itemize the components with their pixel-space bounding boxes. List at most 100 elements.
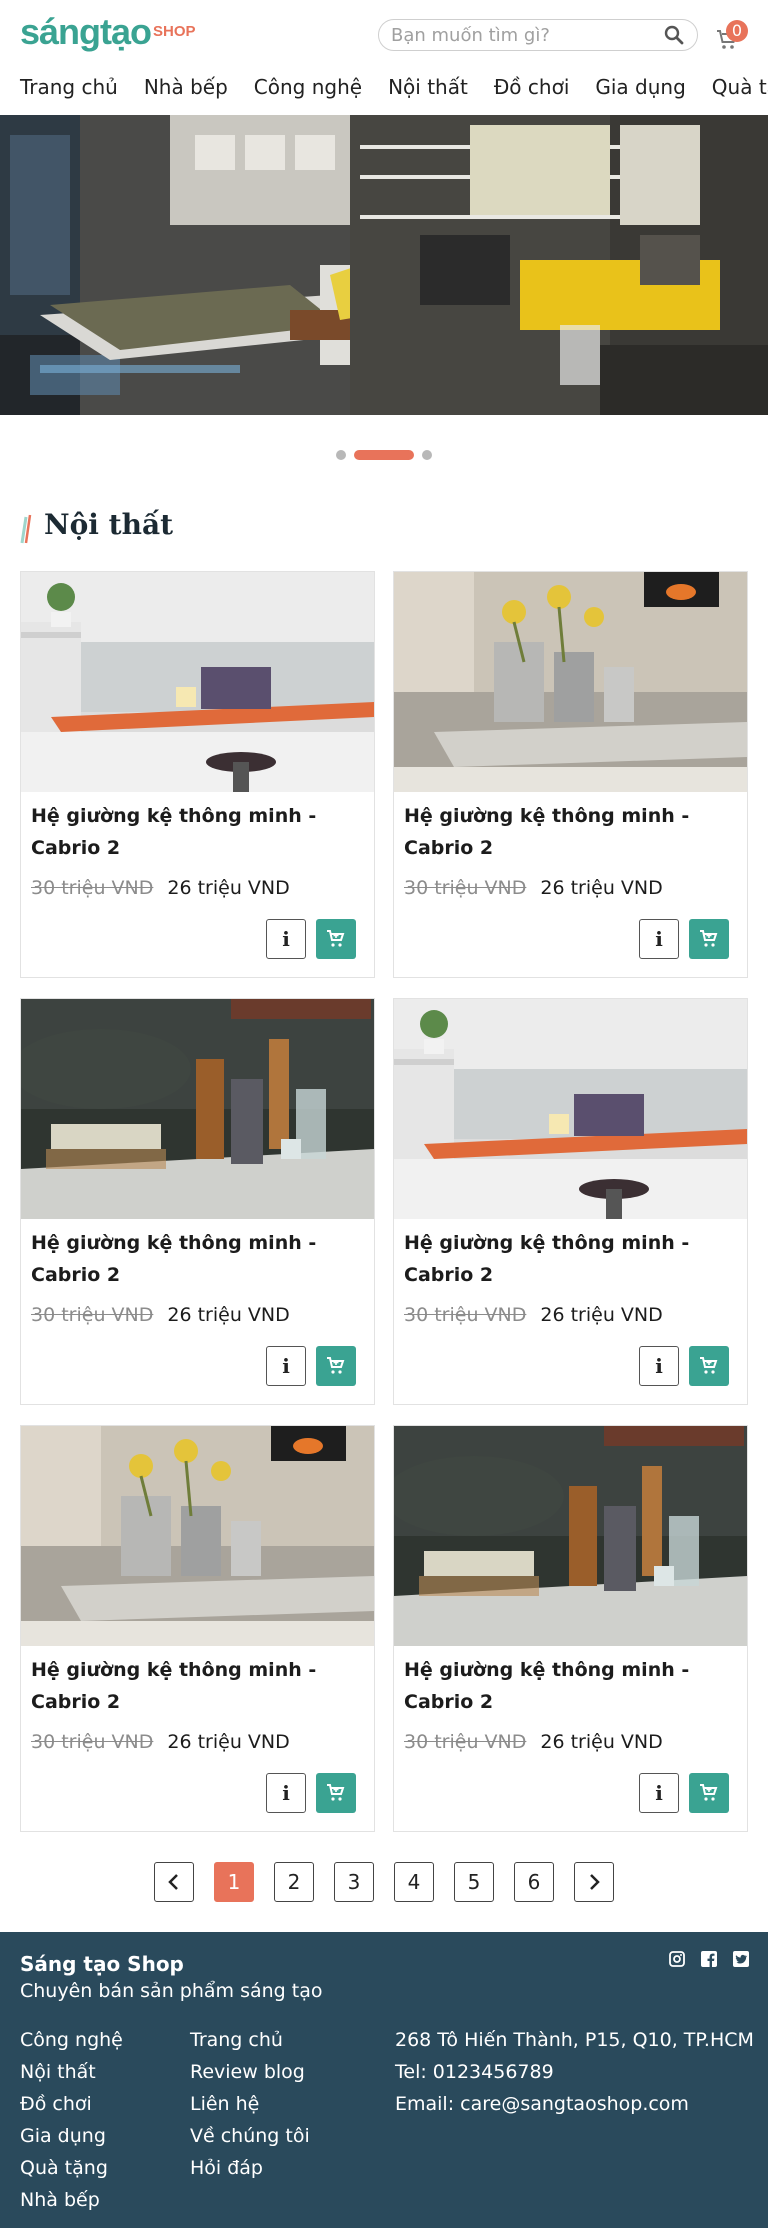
footer-link[interactable]: Hỏi đáp: [190, 2152, 310, 2184]
next-page-button[interactable]: [574, 1862, 614, 1902]
footer-email[interactable]: Email: care@sangtaoshop.com: [395, 2088, 754, 2120]
footer-category-links: Công nghệ Nội thất Đồ chơi Gia dụng Quà …: [20, 2024, 123, 2216]
carousel-dot[interactable]: [336, 450, 346, 460]
footer-link[interactable]: Đồ chơi: [20, 2088, 123, 2120]
nav-item-household[interactable]: Gia dụng: [575, 70, 691, 106]
site-footer: Sáng tạo Shop Chuyên bán sản phẩm sáng t…: [0, 1932, 768, 2228]
add-to-cart-icon: [327, 1784, 345, 1801]
footer-link[interactable]: Nội thất: [20, 2056, 123, 2088]
product-card[interactable]: Hệ giường kệ thông minh - Cabrio 2 30 tri…: [20, 998, 375, 1405]
page-button-5[interactable]: 5: [454, 1862, 494, 1902]
product-current-price: 26 triệu VND: [540, 877, 663, 899]
carousel-dot[interactable]: [422, 450, 432, 460]
logo-text: sángtạo: [20, 11, 152, 52]
page-button-3[interactable]: 3: [334, 1862, 374, 1902]
page-button-2[interactable]: 2: [274, 1862, 314, 1902]
product-name[interactable]: Hệ giường kệ thông minh - Cabrio 2: [21, 1219, 374, 1295]
product-price: 30 triệu VND 26 triệu VND: [21, 868, 374, 908]
product-info-button[interactable]: i: [266, 1773, 306, 1813]
logo-shop-text: SHOP: [153, 23, 196, 40]
prev-page-button[interactable]: [154, 1862, 194, 1902]
product-image[interactable]: [394, 1426, 747, 1646]
twitter-icon[interactable]: [732, 1950, 750, 1968]
product-name[interactable]: Hệ giường kệ thông minh - Cabrio 2: [394, 792, 747, 868]
product-image[interactable]: [394, 999, 747, 1219]
footer-link[interactable]: Quà tặng: [20, 2152, 123, 2184]
footer-phone[interactable]: Tel: 0123456789: [395, 2056, 754, 2088]
product-name[interactable]: Hệ giường kệ thông minh - Cabrio 2: [394, 1219, 747, 1295]
carousel-dots: [0, 415, 768, 495]
product-actions: i: [266, 1346, 356, 1386]
instagram-icon[interactable]: [668, 1950, 686, 1968]
carousel-dot-active[interactable]: [354, 450, 414, 460]
nav-item-kitchen[interactable]: Nhà bếp: [124, 70, 234, 106]
product-card[interactable]: Hệ giường kệ thông minh - Cabrio 2 30 tri…: [20, 571, 375, 978]
hero-banner-image[interactable]: [0, 115, 768, 415]
product-old-price: 30 triệu VND: [404, 1731, 527, 1753]
search-icon[interactable]: [663, 24, 685, 46]
search-input[interactable]: [391, 24, 663, 46]
footer-link[interactable]: Về chúng tôi: [190, 2120, 310, 2152]
add-to-cart-button[interactable]: [689, 1346, 729, 1386]
product-info-button[interactable]: i: [266, 919, 306, 959]
product-card[interactable]: Hệ giường kệ thông minh - Cabrio 2 30 tri…: [393, 571, 748, 978]
product-price: 30 triệu VND 26 triệu VND: [394, 1295, 747, 1335]
add-to-cart-button[interactable]: [316, 1346, 356, 1386]
footer-link[interactable]: Công nghệ: [20, 2024, 123, 2056]
footer-link[interactable]: Liên hệ: [190, 2088, 310, 2120]
page-button-4[interactable]: 4: [394, 1862, 434, 1902]
nav-item-furniture[interactable]: Nội thất: [368, 70, 474, 106]
footer-link[interactable]: Gia dụng: [20, 2120, 123, 2152]
product-actions: i: [639, 919, 729, 959]
nav-item-technology[interactable]: Công nghệ: [234, 70, 368, 106]
footer-link[interactable]: Trang chủ: [190, 2024, 310, 2056]
product-grid: Hệ giường kệ thông minh - Cabrio 2 30 tri…: [0, 571, 768, 1832]
product-card[interactable]: Hệ giường kệ thông minh - Cabrio 2 30 tri…: [393, 1425, 748, 1832]
add-to-cart-button[interactable]: [316, 919, 356, 959]
page-button-1[interactable]: 1: [214, 1862, 254, 1902]
product-old-price: 30 triệu VND: [404, 877, 527, 899]
product-name[interactable]: Hệ giường kệ thông minh - Cabrio 2: [21, 792, 374, 868]
product-info-button[interactable]: i: [639, 1346, 679, 1386]
main-nav: Trang chủ Nhà bếp Công nghệ Nội thất Đồ …: [0, 70, 768, 106]
product-info-button[interactable]: i: [639, 919, 679, 959]
nav-item-home[interactable]: Trang chủ: [0, 70, 124, 106]
cart-count-badge: 0: [726, 20, 748, 42]
product-card[interactable]: Hệ giường kệ thông minh - Cabrio 2 30 tri…: [20, 1425, 375, 1832]
chevron-left-icon: [168, 1874, 178, 1890]
logo[interactable]: sángtạo SHOP: [20, 14, 196, 50]
product-old-price: 30 triệu VND: [31, 1731, 154, 1753]
product-actions: i: [266, 919, 356, 959]
product-info-button[interactable]: i: [639, 1773, 679, 1813]
product-name[interactable]: Hệ giường kệ thông minh - Cabrio 2: [21, 1646, 374, 1722]
nav-item-gifts[interactable]: Quà tặng: [692, 70, 768, 106]
nav-item-toys[interactable]: Đồ chơi: [474, 70, 576, 106]
section-header: Nội thất: [0, 495, 768, 553]
add-to-cart-icon: [700, 1784, 718, 1801]
add-to-cart-button[interactable]: [689, 1773, 729, 1813]
product-actions: i: [639, 1773, 729, 1813]
product-actions: i: [639, 1346, 729, 1386]
product-image[interactable]: [21, 572, 374, 792]
add-to-cart-icon: [700, 1357, 718, 1374]
add-to-cart-button[interactable]: [689, 919, 729, 959]
product-actions: i: [266, 1773, 356, 1813]
footer-link[interactable]: Nhà bếp: [20, 2184, 123, 2216]
product-info-button[interactable]: i: [266, 1346, 306, 1386]
chevron-right-icon: [590, 1874, 600, 1890]
footer-link[interactable]: Review blog: [190, 2056, 310, 2088]
page-button-6[interactable]: 6: [514, 1862, 554, 1902]
add-to-cart-button[interactable]: [316, 1773, 356, 1813]
product-image[interactable]: [21, 999, 374, 1219]
product-image[interactable]: [394, 572, 747, 792]
facebook-icon[interactable]: [700, 1950, 718, 1968]
product-price: 30 triệu VND 26 triệu VND: [394, 1722, 747, 1762]
product-current-price: 26 triệu VND: [540, 1304, 663, 1326]
product-card[interactable]: Hệ giường kệ thông minh - Cabrio 2 30 tri…: [393, 998, 748, 1405]
product-image[interactable]: [21, 1426, 374, 1646]
pagination: 1 2 3 4 5 6: [0, 1832, 768, 1932]
product-price: 30 triệu VND 26 triệu VND: [21, 1722, 374, 1762]
product-name[interactable]: Hệ giường kệ thông minh - Cabrio 2: [394, 1646, 747, 1722]
product-old-price: 30 triệu VND: [31, 877, 154, 899]
add-to-cart-icon: [700, 930, 718, 947]
